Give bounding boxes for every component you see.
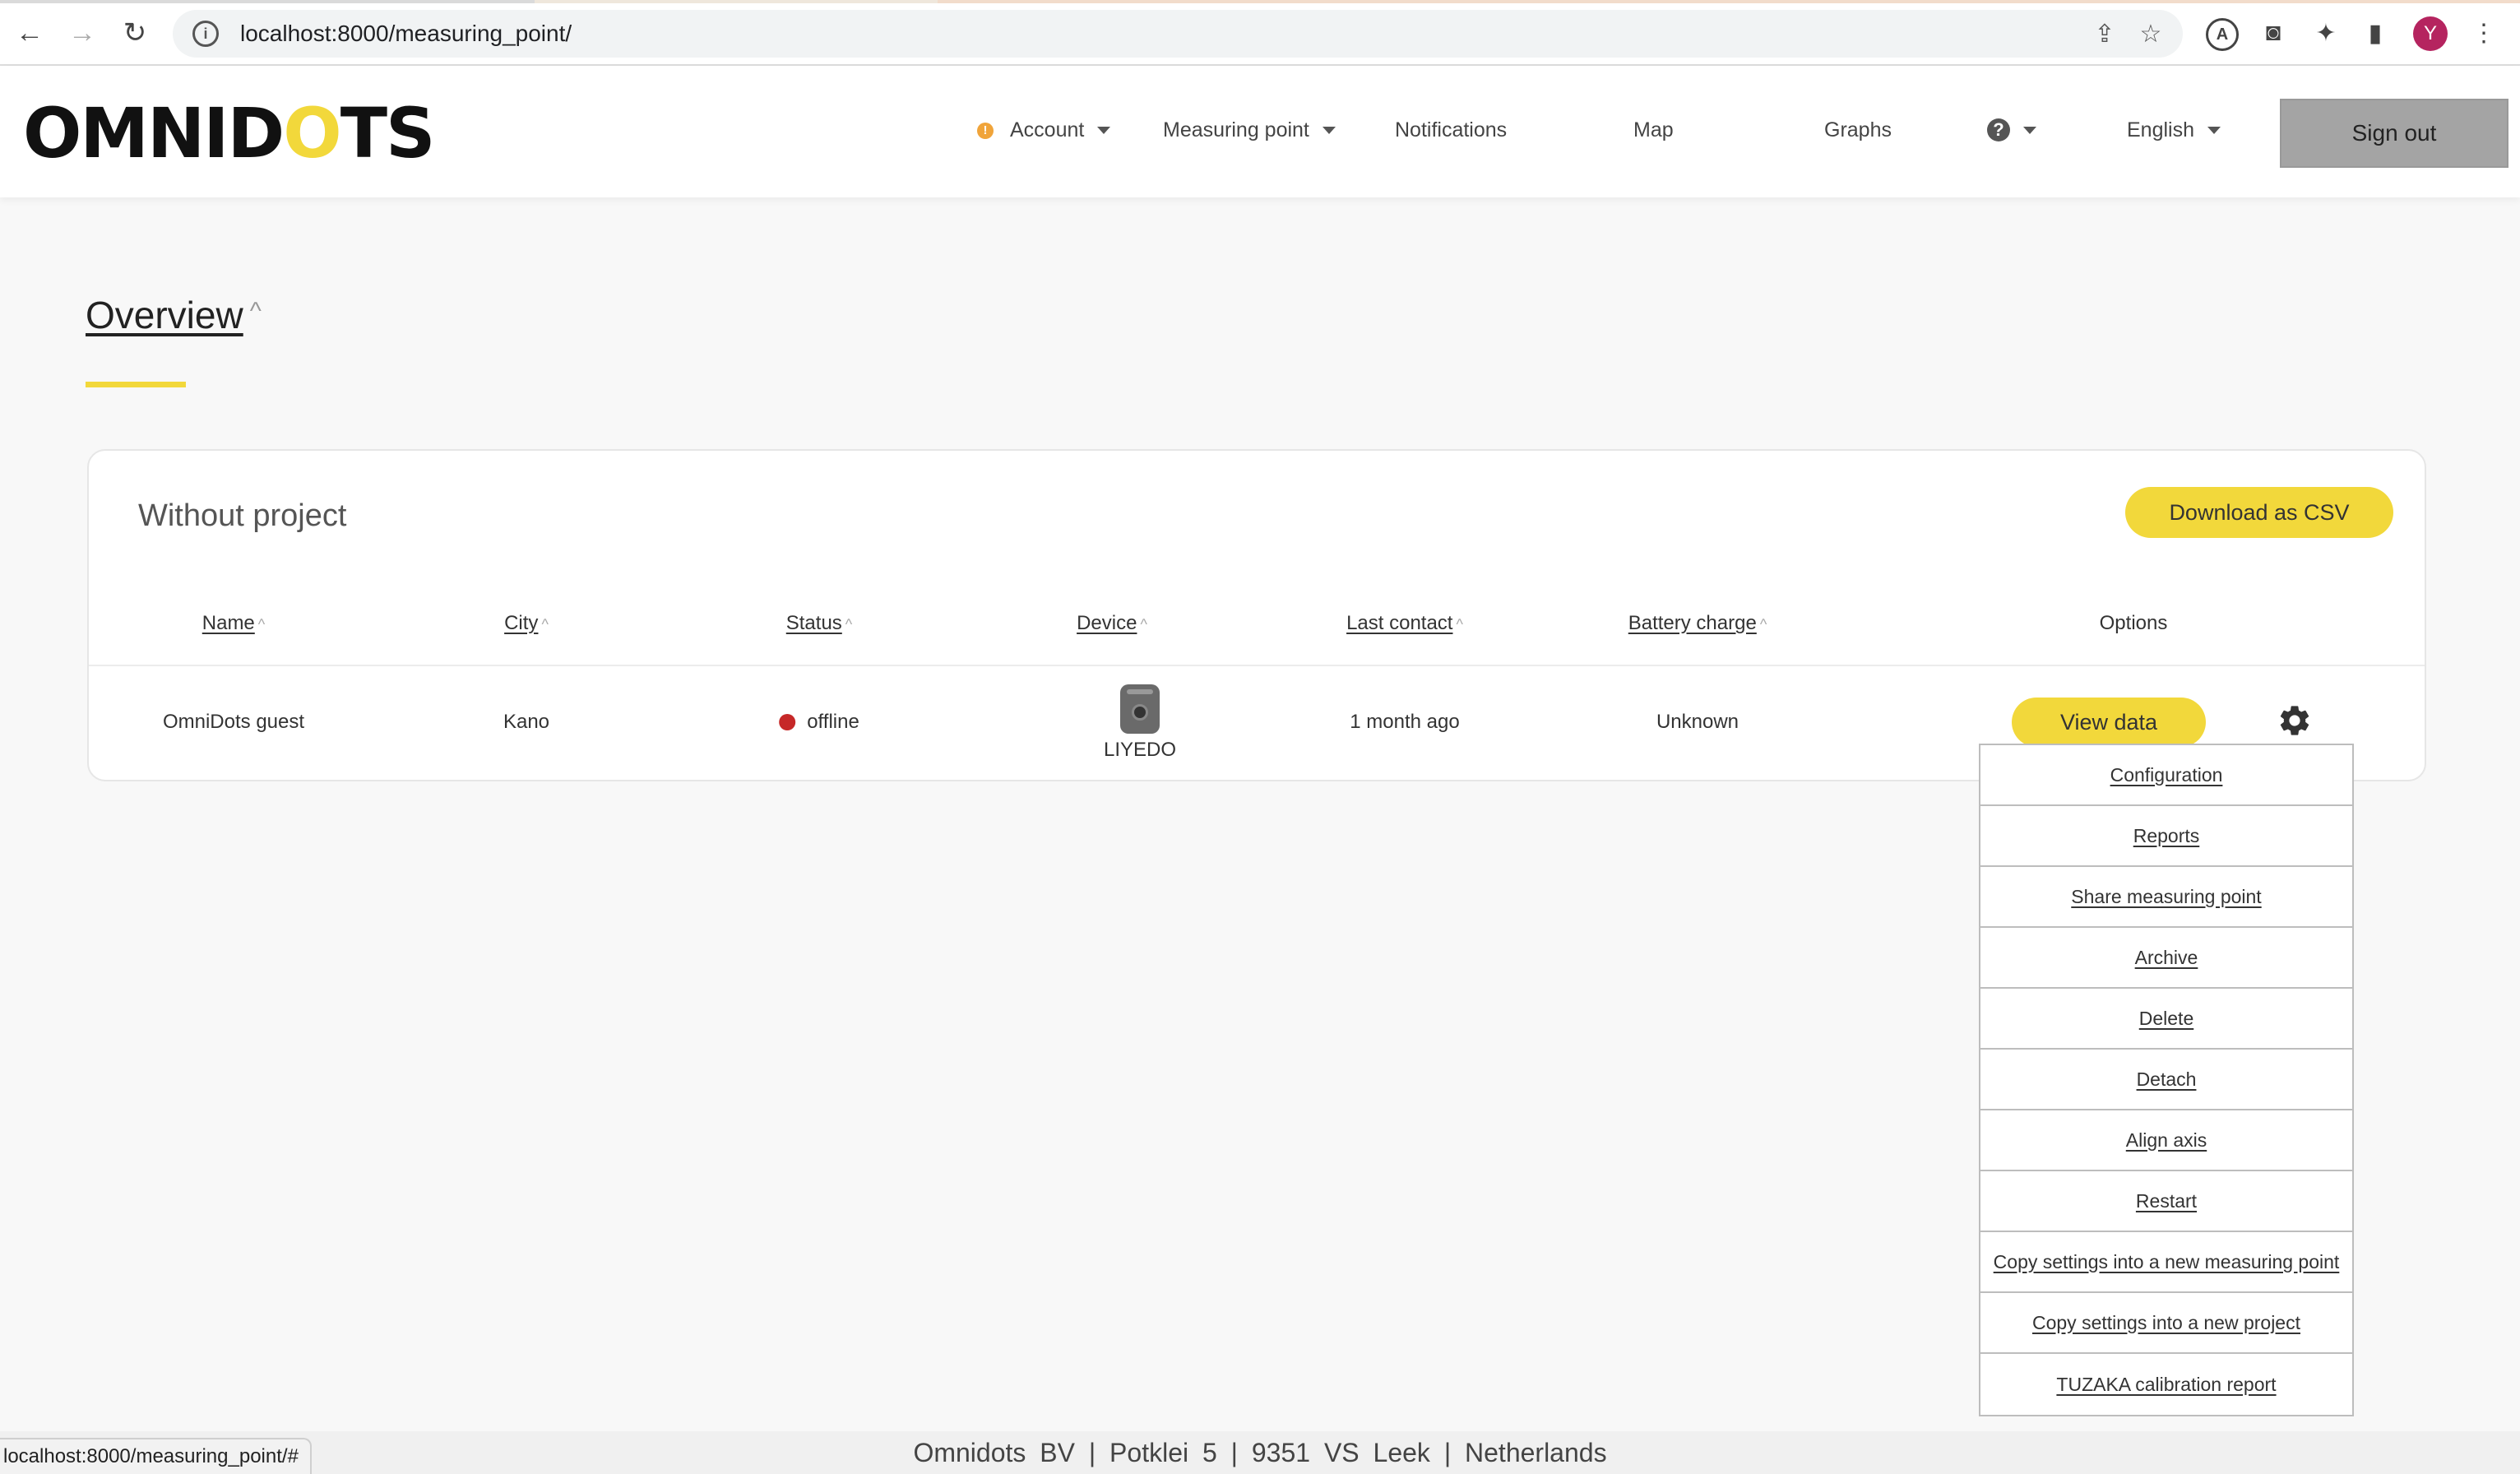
page-title-label[interactable]: Overview xyxy=(86,293,243,337)
nav-graphs[interactable]: Graphs xyxy=(1824,118,1892,142)
address-bar[interactable]: i localhost:8000/measuring_point/ ⇪ ☆ xyxy=(173,10,2183,58)
cell-device: LIYEDO xyxy=(1104,684,1176,762)
chevron-down-icon xyxy=(1097,127,1111,134)
cell-last-contact: 1 month ago xyxy=(1350,711,1460,733)
menu-item-share-measuring-point[interactable]: Share measuring point xyxy=(1980,867,2352,928)
nav-notifications[interactable]: Notifications xyxy=(1395,118,1507,142)
column-header-name[interactable]: Name ^ xyxy=(202,612,265,635)
column-header-battery[interactable]: Battery charge ^ xyxy=(1628,612,1767,635)
side-panel-icon[interactable]: ▮ xyxy=(2357,15,2393,51)
menu-item-copy-settings-measuring-point[interactable]: Copy settings into a new measuring point xyxy=(1980,1232,2352,1293)
extension-a-icon[interactable]: A xyxy=(2206,18,2239,51)
help-icon: ? xyxy=(1987,118,2010,141)
back-icon[interactable]: ← xyxy=(10,13,49,53)
tab-strip xyxy=(0,0,2520,3)
menu-item-archive[interactable]: Archive xyxy=(1980,928,2352,989)
cell-status: offline xyxy=(779,711,859,734)
omnidots-logo[interactable]: OMNIDOTS xyxy=(23,99,435,168)
nav-measuring-point[interactable]: Measuring point xyxy=(1163,118,1336,142)
share-icon[interactable]: ⇪ xyxy=(2089,18,2120,49)
status-offline-icon xyxy=(779,714,796,730)
page-title[interactable]: Overview ^ xyxy=(86,293,262,337)
card-title: Without project xyxy=(138,498,347,533)
cell-name: OmniDots guest xyxy=(162,711,305,733)
chevron-down-icon xyxy=(2023,126,2036,134)
menu-item-reports[interactable]: Reports xyxy=(1980,806,2352,867)
menu-item-align-axis[interactable]: Align axis xyxy=(1980,1110,2352,1171)
column-header-options: Options xyxy=(2099,612,2168,634)
nav-account-label: Account xyxy=(1010,118,1085,141)
cell-city: Kano xyxy=(503,711,550,733)
menu-item-calibration-report[interactable]: TUZAKA calibration report xyxy=(1980,1354,2352,1415)
nav-account[interactable]: ! Account xyxy=(977,118,1111,142)
nav-language-label: English xyxy=(2127,118,2194,141)
camera-icon[interactable]: ◙ xyxy=(2255,15,2291,51)
bookmark-star-icon[interactable]: ☆ xyxy=(2135,18,2166,49)
browser-status-url: localhost:8000/measuring_point/# xyxy=(0,1438,312,1474)
header-divider xyxy=(89,665,2425,666)
column-header-city[interactable]: City ^ xyxy=(504,612,549,635)
forward-icon[interactable]: → xyxy=(63,13,102,53)
reload-icon[interactable]: ↻ xyxy=(115,13,155,53)
extensions-puzzle-icon[interactable]: ✦ xyxy=(2308,15,2344,51)
device-name: LIYEDO xyxy=(1103,739,1177,761)
sign-out-button[interactable]: Sign out xyxy=(2280,99,2508,168)
cell-status-label: offline xyxy=(807,711,859,733)
site-header: OMNIDOTS ! Account Measuring point Notif… xyxy=(0,66,2520,197)
menu-item-configuration[interactable]: Configuration xyxy=(1980,745,2352,806)
cell-battery: Unknown xyxy=(1656,711,1739,733)
browser-menu-icon[interactable]: ⋮ xyxy=(2466,15,2502,51)
nav-map[interactable]: Map xyxy=(1633,118,1674,142)
site-info-icon[interactable]: i xyxy=(192,21,219,47)
view-data-button[interactable]: View data xyxy=(2012,698,2206,747)
nav-measuring-point-label: Measuring point xyxy=(1163,118,1309,141)
site-footer: Omnidots BV | Potklei 5 | 9351 VS Leek |… xyxy=(0,1431,2520,1474)
menu-item-restart[interactable]: Restart xyxy=(1980,1171,2352,1232)
address-url[interactable]: localhost:8000/measuring_point/ xyxy=(240,21,572,47)
alert-icon: ! xyxy=(977,122,994,139)
menu-item-detach[interactable]: Detach xyxy=(1980,1050,2352,1110)
column-header-status[interactable]: Status ^ xyxy=(786,612,853,635)
nav-help[interactable]: ? xyxy=(1987,118,2036,141)
browser-chrome: ← → ↻ i localhost:8000/measuring_point/ … xyxy=(0,0,2520,66)
chevron-down-icon xyxy=(2207,127,2221,134)
gear-icon[interactable] xyxy=(2277,702,2313,739)
menu-item-delete[interactable]: Delete xyxy=(1980,989,2352,1050)
chevron-down-icon xyxy=(1322,127,1336,134)
menu-item-copy-settings-project[interactable]: Copy settings into a new project xyxy=(1980,1293,2352,1354)
device-sensor-icon xyxy=(1120,684,1160,734)
project-card: Without project Download as CSV Name ^ Ci… xyxy=(87,449,2426,781)
title-underline-accent xyxy=(86,382,186,387)
nav-language[interactable]: English xyxy=(2127,118,2221,142)
download-csv-button[interactable]: Download as CSV xyxy=(2125,487,2393,538)
column-header-device[interactable]: Device ^ xyxy=(1077,612,1147,635)
column-header-last-contact[interactable]: Last contact ^ xyxy=(1346,612,1463,635)
profile-avatar[interactable]: Y xyxy=(2413,16,2448,51)
sort-icon: ^ xyxy=(249,298,262,325)
options-dropdown-menu: Configuration Reports Share measuring po… xyxy=(1979,744,2354,1416)
